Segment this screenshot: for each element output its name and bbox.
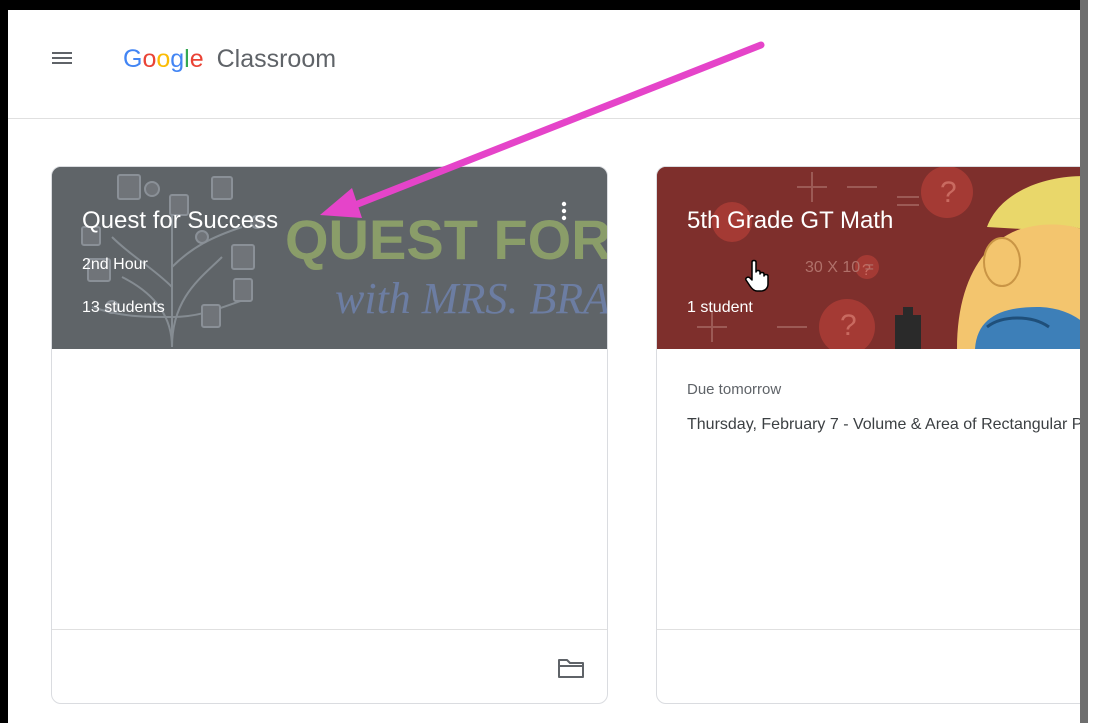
classroom-window: Google Classroom QUEST FOR with MRS. BRA… <box>8 10 1080 723</box>
due-assignment-link[interactable]: Thursday, February 7 - Volume & Area of … <box>687 416 1080 434</box>
logo-letter: g <box>170 45 185 73</box>
more-vert-icon <box>561 201 567 221</box>
svg-text:?: ? <box>940 176 957 209</box>
logo-letter: o <box>142 45 157 73</box>
banner-math-text: 30 X 10 = <box>805 259 874 276</box>
class-card-5th-grade-gt-math[interactable]: ? ? ? 30 X 10 = 5th Grade GT Math 1 stud… <box>656 166 1080 704</box>
main-menu-button[interactable] <box>46 42 80 76</box>
class-card-banner[interactable]: ? ? ? 30 X 10 = 5th Grade GT Math 1 stud… <box>657 167 1080 349</box>
product-name: Classroom <box>216 45 337 73</box>
app-brand[interactable]: Google Classroom <box>123 44 336 74</box>
card-footer-divider <box>52 629 607 630</box>
top-app-bar: Google Classroom <box>8 10 1080 119</box>
window-edge-margin <box>1088 0 1102 723</box>
class-options-button[interactable] <box>552 197 576 225</box>
svg-text:?: ? <box>840 309 857 342</box>
folder-icon <box>558 659 584 678</box>
student-count: 1 student <box>687 299 753 316</box>
student-count: 13 students <box>82 299 165 316</box>
hamburger-menu-icon <box>52 52 72 64</box>
class-title[interactable]: 5th Grade GT Math <box>687 207 893 235</box>
logo-letter: o <box>156 45 171 73</box>
google-logo: Google <box>123 45 211 73</box>
class-title[interactable]: Quest for Success <box>82 207 278 235</box>
open-class-folder-button[interactable] <box>556 655 586 681</box>
class-card-quest-for-success[interactable]: QUEST FOR SU with MRS. BRA Quest for Suc… <box>51 166 608 704</box>
class-card-banner[interactable]: QUEST FOR SU with MRS. BRA Quest for Suc… <box>52 167 607 349</box>
banner-text-line2: with MRS. BRA <box>335 274 607 323</box>
due-label: Due tomorrow <box>687 381 782 398</box>
logo-letter: G <box>123 45 143 73</box>
class-section[interactable]: 2nd Hour <box>82 256 148 274</box>
card-footer-divider <box>657 629 1080 630</box>
window-edge-bar <box>1080 0 1088 723</box>
banner-artwork: ? ? ? 30 X 10 = <box>657 167 1080 349</box>
logo-letter: e <box>189 45 204 73</box>
